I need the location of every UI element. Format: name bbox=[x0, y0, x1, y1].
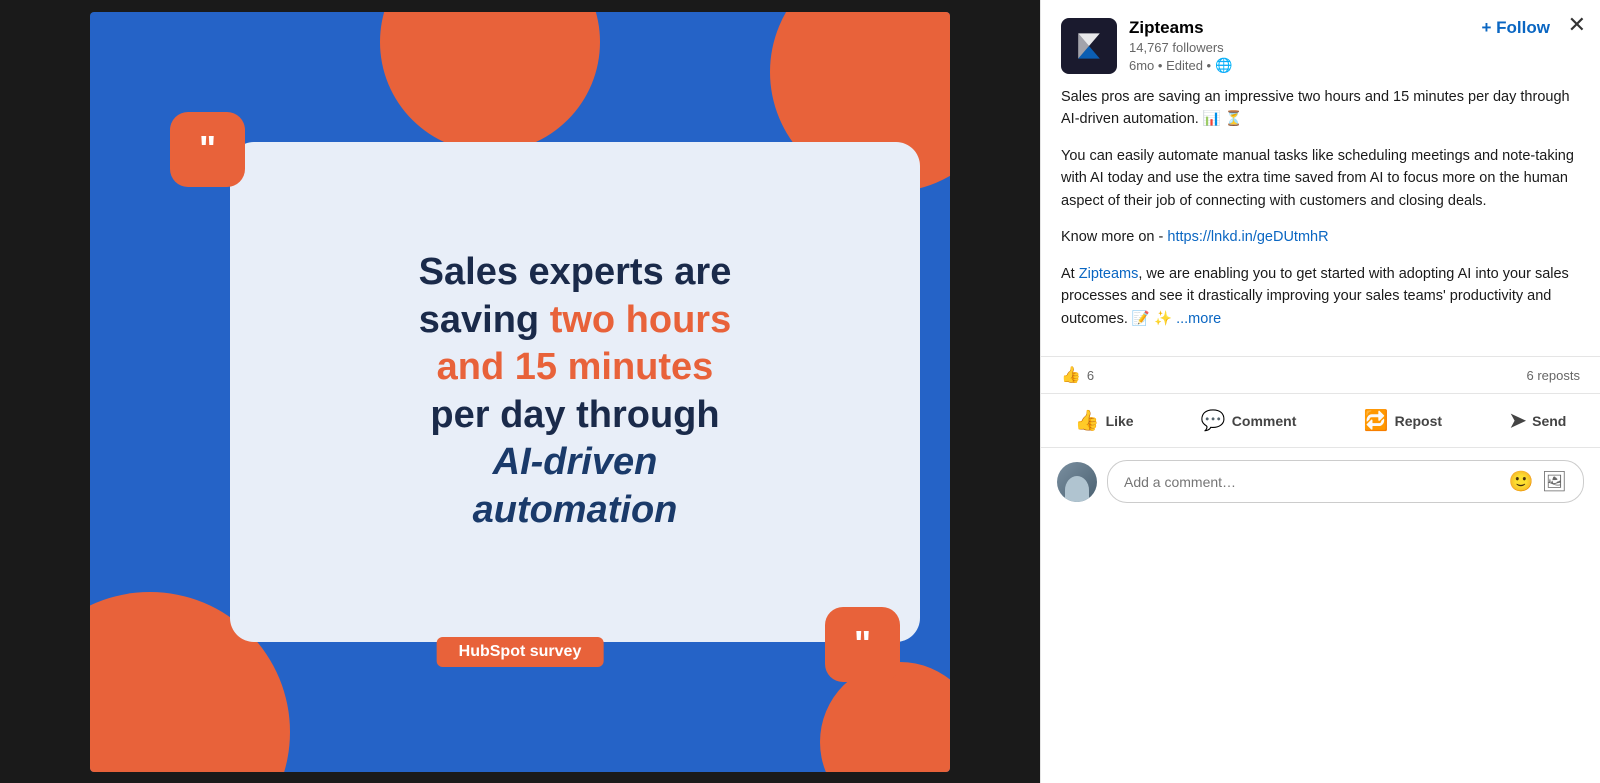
more-link[interactable]: ...more bbox=[1176, 311, 1221, 327]
post-paragraph-2: You can easily automate manual tasks lik… bbox=[1061, 145, 1580, 212]
post-content: Sales pros are saving an impressive two … bbox=[1041, 86, 1600, 356]
reaction-count: 6 bbox=[1087, 368, 1094, 383]
comment-area: 🙂 🖼 bbox=[1041, 447, 1600, 515]
image-button[interactable]: 🖼 bbox=[1542, 469, 1567, 494]
follow-button[interactable]: + Follow bbox=[1482, 18, 1550, 38]
comment-input-wrapper[interactable]: 🙂 🖼 bbox=[1107, 460, 1584, 503]
content-card: Sales experts are saving two hours and 1… bbox=[230, 142, 920, 642]
post-paragraph-4: At Zipteams, we are enabling you to get … bbox=[1061, 263, 1580, 330]
like-button[interactable]: 👍 Like bbox=[1059, 398, 1150, 443]
avatar-figure bbox=[1065, 476, 1089, 502]
comment-icons: 🙂 🖼 bbox=[1509, 469, 1567, 494]
emoji-button[interactable]: 🙂 bbox=[1509, 469, 1534, 494]
post-details-panel: Zipteams 14,767 followers 6mo • Edited •… bbox=[1040, 0, 1600, 783]
like-label: Like bbox=[1106, 413, 1134, 429]
quote-icon-top-left: " bbox=[170, 112, 245, 187]
reposts-count: 6 reposts bbox=[1527, 368, 1580, 383]
post-header: Zipteams 14,767 followers 6mo • Edited •… bbox=[1041, 0, 1600, 86]
post-image-panel: " " Sales experts are saving two hours a… bbox=[0, 0, 1040, 783]
card-line4: per day through bbox=[430, 394, 719, 436]
post-body-5: , we are enabling you to get started wit… bbox=[1061, 266, 1569, 327]
card-italic: AI-driven bbox=[493, 441, 658, 483]
post-paragraph-1: Sales pros are saving an impressive two … bbox=[1061, 86, 1580, 131]
card-highlight2: and 15 minutes bbox=[437, 346, 714, 388]
repost-button[interactable]: 🔁 Repost bbox=[1348, 398, 1458, 443]
comment-icon: 💬 bbox=[1201, 408, 1226, 433]
quote-icon-bottom-right: " bbox=[825, 607, 900, 682]
comment-input[interactable] bbox=[1124, 474, 1509, 490]
reactions-row: 👍 6 6 reposts bbox=[1041, 356, 1600, 393]
reactions-left: 👍 6 bbox=[1061, 365, 1094, 385]
post-paragraph-3: Know more on - https://lnkd.in/geDUtmhR bbox=[1061, 226, 1580, 248]
company-logo[interactable] bbox=[1061, 18, 1117, 74]
zipteams-link[interactable]: Zipteams bbox=[1079, 266, 1139, 282]
reaction-emoji: 👍 bbox=[1061, 365, 1081, 385]
card-line2: saving bbox=[419, 299, 550, 341]
post-meta: 6mo • Edited • 🌐 bbox=[1129, 57, 1580, 74]
card-last: automation bbox=[473, 489, 678, 531]
send-icon: ➤ bbox=[1509, 408, 1526, 433]
post-link[interactable]: https://lnkd.in/geDUtmhR bbox=[1167, 229, 1328, 245]
action-row: 👍 Like 💬 Comment 🔁 Repost ➤ Send bbox=[1041, 393, 1600, 447]
send-button[interactable]: ➤ Send bbox=[1493, 398, 1582, 443]
like-icon: 👍 bbox=[1075, 408, 1100, 433]
close-button[interactable]: ✕ bbox=[1568, 14, 1586, 36]
know-more-text: Know more on - bbox=[1061, 229, 1167, 245]
at-text: At bbox=[1061, 266, 1079, 282]
hubspot-badge: HubSpot survey bbox=[437, 637, 604, 667]
card-highlight1: two hours bbox=[550, 299, 732, 341]
globe-icon: 🌐 bbox=[1215, 57, 1232, 74]
decorative-circle-top-left bbox=[380, 12, 600, 152]
followers-count: 14,767 followers bbox=[1129, 40, 1580, 55]
card-line1: Sales experts are bbox=[419, 251, 732, 293]
send-label: Send bbox=[1532, 413, 1566, 429]
card-text: Sales experts are saving two hours and 1… bbox=[419, 249, 732, 534]
post-image: " " Sales experts are saving two hours a… bbox=[90, 12, 950, 772]
repost-icon: 🔁 bbox=[1364, 408, 1389, 433]
repost-label: Repost bbox=[1395, 413, 1442, 429]
comment-button[interactable]: 💬 Comment bbox=[1185, 398, 1312, 443]
avatar bbox=[1057, 462, 1097, 502]
post-time: 6mo • Edited • bbox=[1129, 58, 1211, 73]
comment-label: Comment bbox=[1232, 413, 1297, 429]
